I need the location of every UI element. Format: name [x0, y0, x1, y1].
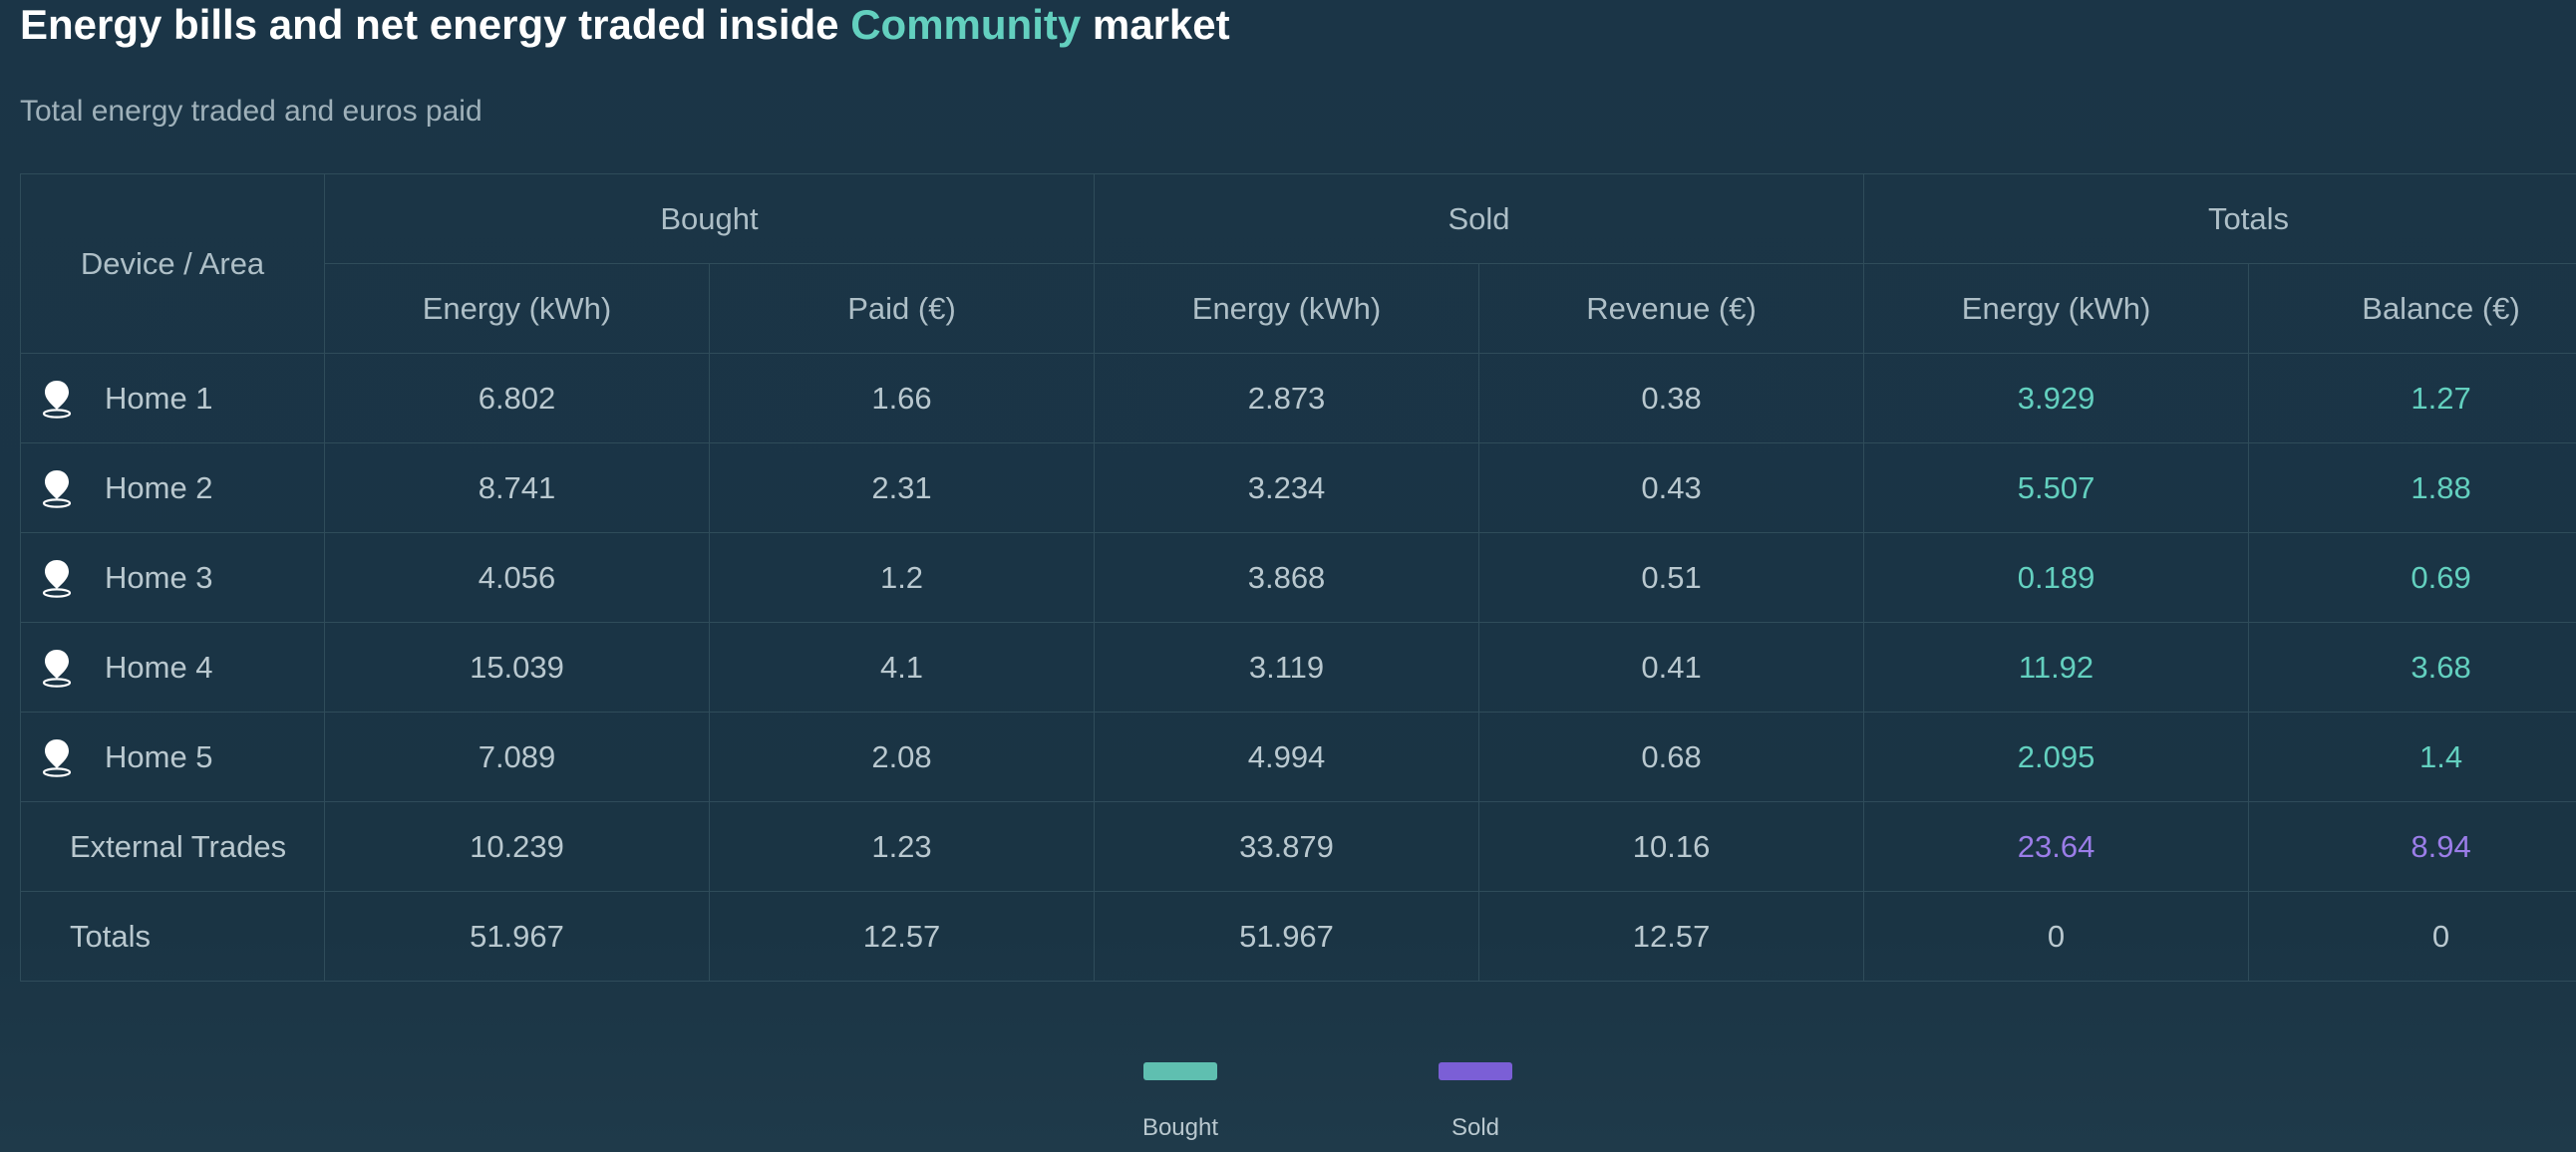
cell-bought-energy: 7.089	[324, 712, 710, 802]
page-subtitle: Total energy traded and euros paid	[20, 95, 483, 128]
cell-bought-energy: 51.967	[324, 891, 710, 982]
device-name: Home 5	[105, 738, 213, 774]
cell-sold-revenue: 0.38	[1478, 353, 1865, 443]
table-body: Home 1 6.802 1.66 2.873 0.38 3.929 1.27 Home 2 8…	[20, 353, 2576, 982]
device-area-header: Device / Area	[20, 173, 325, 354]
external-trades-row: External Trades 10.239 1.23 33.879 10.16 23.6…	[20, 801, 2576, 892]
legend-label-bought: Bought	[1141, 1114, 1219, 1141]
totals-energy-header: Energy (kWh)	[1863, 263, 2250, 354]
cell-bought-paid: 2.08	[708, 712, 1096, 802]
device-cell: Home 1	[20, 353, 325, 443]
legend: Bought Sold	[0, 1062, 2576, 1152]
device-cell: Home 3	[20, 532, 325, 623]
cell-bought-energy: 10.239	[324, 801, 710, 892]
cell-totals-energy: 0.189	[1863, 532, 2250, 623]
table-row: Home 4 15.039 4.1 3.119 0.41 11.92 3.68	[20, 622, 2576, 713]
energy-table-wrapper: Device / Area Bought Sold Totals Energy …	[20, 173, 2576, 982]
bought-energy-header: Energy (kWh)	[324, 263, 710, 354]
energy-bills-table: Device / Area Bought Sold Totals Energy …	[20, 173, 2576, 982]
table-row: Home 2 8.741 2.31 3.234 0.43 5.507 1.88	[20, 442, 2576, 533]
device-cell: Home 2	[20, 442, 325, 533]
sold-energy-header: Energy (kWh)	[1094, 263, 1480, 354]
table-column-header-row: Energy (kWh) Paid (€) Energy (kWh) Reven…	[21, 263, 2576, 354]
location-pin-icon	[42, 380, 72, 419]
cell-sold-energy: 2.873	[1094, 353, 1480, 443]
cell-totals-balance: 8.94	[2248, 801, 2576, 892]
cell-sold-energy: 3.868	[1094, 532, 1480, 623]
cell-totals-energy: 0	[1863, 891, 2250, 982]
cell-sold-revenue: 10.16	[1478, 801, 1865, 892]
cell-sold-revenue: 12.57	[1478, 891, 1865, 982]
bought-paid-header: Paid (€)	[708, 263, 1096, 354]
cell-totals-balance: 0.69	[2248, 532, 2576, 623]
title-prefix: Energy bills and net energy traded insid…	[20, 1, 851, 48]
location-pin-icon	[42, 559, 72, 598]
bought-group-header: Bought	[323, 173, 1096, 264]
cell-totals-energy: 5.507	[1863, 442, 2250, 533]
cell-totals-balance: 1.88	[2248, 442, 2576, 533]
cell-bought-energy: 8.741	[324, 442, 710, 533]
device-name: Home 2	[105, 469, 213, 505]
cell-sold-revenue: 0.41	[1478, 622, 1865, 713]
cell-sold-energy: 3.119	[1094, 622, 1480, 713]
cell-bought-paid: 4.1	[708, 622, 1096, 713]
device-name: External Trades	[70, 828, 287, 864]
title-accent: Community	[850, 1, 1082, 48]
device-name: Home 1	[105, 380, 213, 416]
table-row: Home 1 6.802 1.66 2.873 0.38 3.929 1.27	[20, 353, 2576, 443]
legend-swatch-bought	[1143, 1062, 1217, 1080]
cell-sold-energy: 3.234	[1094, 442, 1480, 533]
title-suffix: market	[1081, 1, 1230, 48]
location-pin-icon	[42, 469, 72, 508]
cell-sold-revenue: 0.43	[1478, 442, 1865, 533]
table-group-header-row: Device / Area Bought Sold Totals	[20, 173, 2576, 354]
device-name: Totals	[70, 918, 151, 954]
cell-bought-paid: 12.57	[708, 891, 1096, 982]
cell-sold-energy: 4.994	[1094, 712, 1480, 802]
legend-swatch-sold	[1439, 1062, 1512, 1080]
cell-sold-revenue: 0.68	[1478, 712, 1865, 802]
cell-bought-energy: 6.802	[324, 353, 710, 443]
cell-sold-energy: 33.879	[1094, 801, 1480, 892]
table-row: Home 3 4.056 1.2 3.868 0.51 0.189 0.69	[20, 532, 2576, 623]
totals-group-header: Totals	[1863, 173, 2576, 264]
cell-totals-balance: 3.68	[2248, 622, 2576, 713]
page-title: Energy bills and net energy traded insid…	[20, 0, 1230, 50]
location-pin-icon	[42, 649, 72, 688]
cell-bought-paid: 2.31	[708, 442, 1096, 533]
cell-totals-balance: 1.27	[2248, 353, 2576, 443]
cell-totals-energy: 3.929	[1863, 353, 2250, 443]
sold-revenue-header: Revenue (€)	[1478, 263, 1865, 354]
cell-bought-paid: 1.2	[708, 532, 1096, 623]
device-cell: Home 5	[20, 712, 325, 802]
cell-totals-energy: 11.92	[1863, 622, 2250, 713]
totals-row: Totals 51.967 12.57 51.967 12.57 0 0	[20, 891, 2576, 982]
legend-label-sold: Sold	[1450, 1114, 1500, 1141]
totals-balance-header: Balance (€)	[2248, 263, 2576, 354]
cell-totals-energy: 2.095	[1863, 712, 2250, 802]
legend-item-bought[interactable]: Bought	[1121, 1062, 1240, 1142]
cell-bought-paid: 1.66	[708, 353, 1096, 443]
cell-sold-energy: 51.967	[1094, 891, 1480, 982]
location-pin-icon	[42, 738, 72, 777]
cell-bought-energy: 15.039	[324, 622, 710, 713]
device-name: Home 4	[105, 649, 213, 685]
cell-bought-paid: 1.23	[708, 801, 1096, 892]
cell-totals-energy: 23.64	[1863, 801, 2250, 892]
device-cell: External Trades	[20, 801, 325, 892]
cell-sold-revenue: 0.51	[1478, 532, 1865, 623]
device-cell: Totals	[20, 891, 325, 982]
legend-item-sold[interactable]: Sold	[1416, 1062, 1535, 1142]
cell-bought-energy: 4.056	[324, 532, 710, 623]
table-row: Home 5 7.089 2.08 4.994 0.68 2.095 1.4	[20, 712, 2576, 802]
device-name: Home 3	[105, 559, 213, 595]
device-cell: Home 4	[20, 622, 325, 713]
cell-totals-balance: 0	[2248, 891, 2576, 982]
cell-totals-balance: 1.4	[2248, 712, 2576, 802]
sold-group-header: Sold	[1094, 173, 1865, 264]
